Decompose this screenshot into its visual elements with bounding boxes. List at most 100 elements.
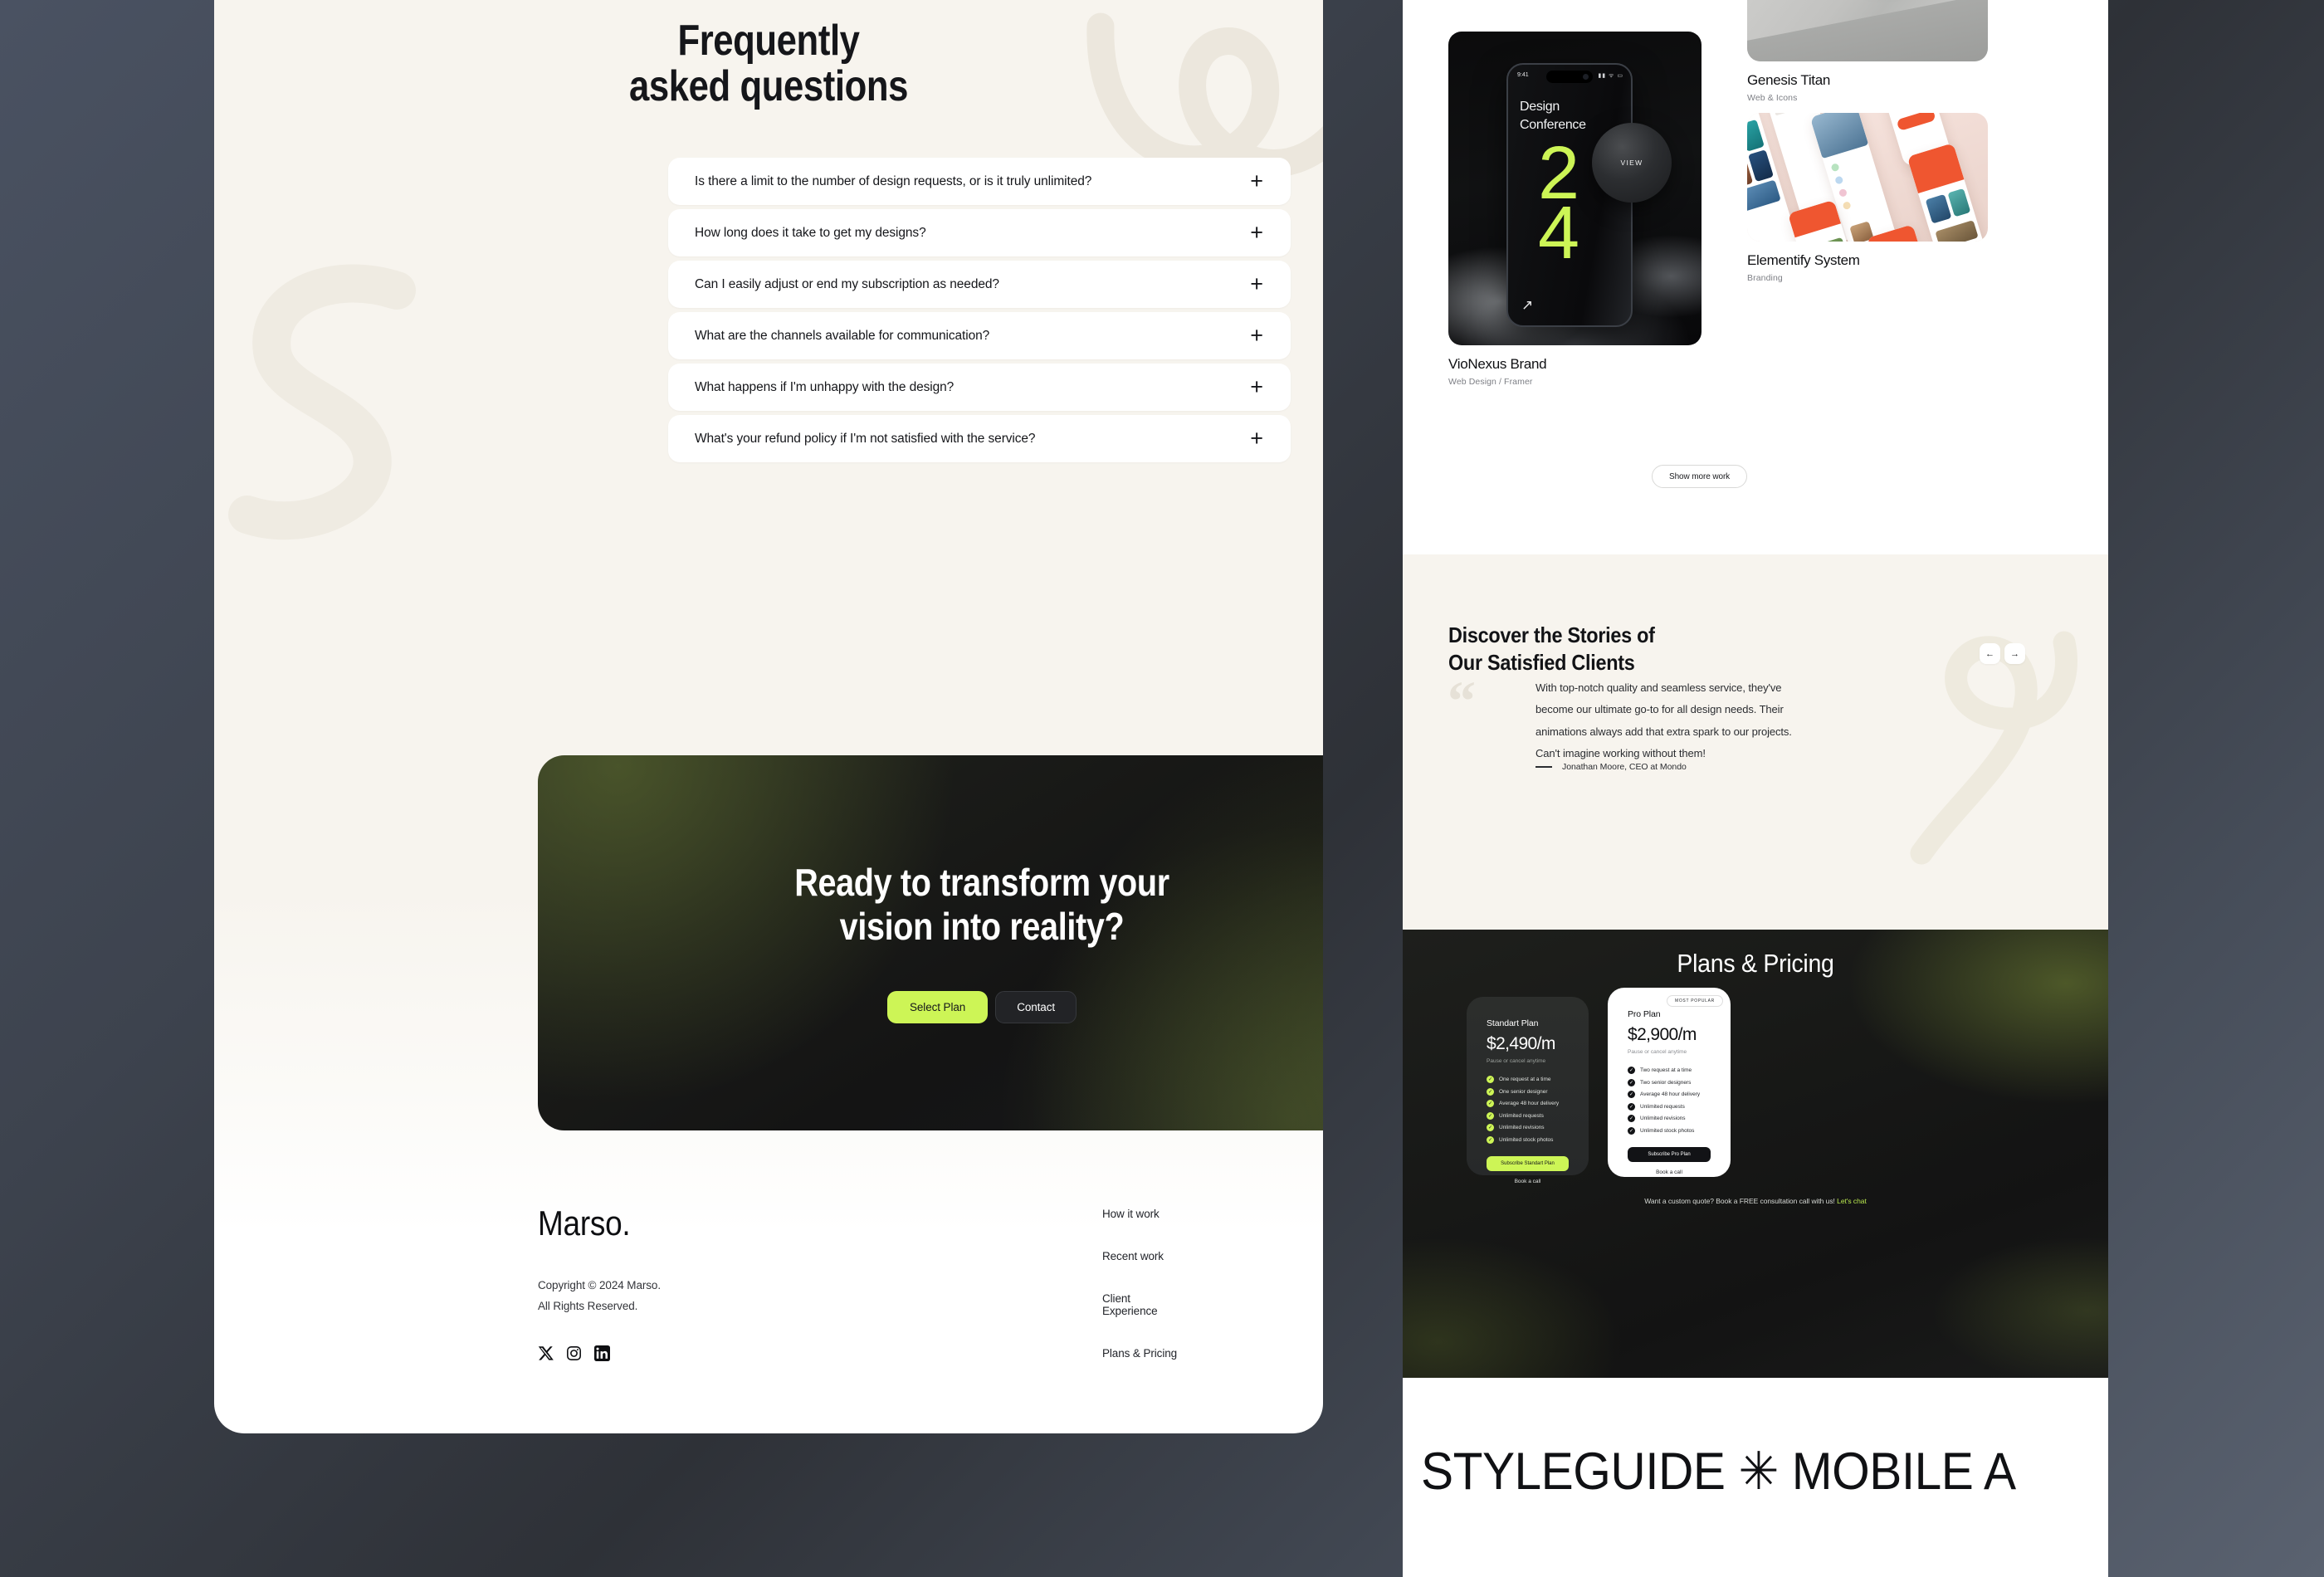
faq-item[interactable]: What's your refund policy if I'm not sat… <box>668 415 1291 462</box>
plan-feature: ✓ Average 48 hour delivery <box>1628 1091 1711 1098</box>
plus-icon[interactable]: + <box>1250 222 1263 244</box>
check-icon: ✓ <box>1487 1087 1494 1096</box>
check-icon: ✓ <box>1628 1115 1635 1122</box>
plan-feature-label: Average 48 hour delivery <box>1640 1091 1701 1097</box>
work-title: Genesis Titan <box>1747 72 1831 88</box>
faq-item[interactable]: Is there a limit to the number of design… <box>668 158 1291 205</box>
custom-quote-text: Want a custom quote? Book a FREE consult… <box>1644 1197 1835 1205</box>
plan-feature: ✓ Average 48 hour delivery <box>1487 1100 1569 1107</box>
book-a-call-link-pro[interactable]: Book a call <box>1628 1169 1711 1175</box>
testimonial-section: Discover the Stories of Our Satisfied Cl… <box>1403 554 2108 930</box>
plus-icon[interactable]: + <box>1250 427 1263 450</box>
linkedin-icon[interactable] <box>594 1345 610 1361</box>
cta-button-group: Select Plan Contact <box>538 991 1323 1023</box>
plan-feature-label: Unlimited stock photos <box>1640 1127 1695 1134</box>
pricing-section: Plans & Pricing Standart Plan $2,490/m P… <box>1403 930 2108 1378</box>
plus-icon[interactable]: + <box>1250 376 1263 398</box>
pricing-title: Plans & Pricing <box>1677 949 1834 978</box>
contact-button[interactable]: Contact <box>995 991 1077 1023</box>
work-card-genesis[interactable]: Genesis Titan Web & Icons <box>1747 0 1988 103</box>
faq-item[interactable]: How long does it take to get my designs?… <box>668 209 1291 256</box>
plus-icon[interactable]: + <box>1250 273 1263 295</box>
faq-item[interactable]: What are the channels available for comm… <box>668 312 1291 359</box>
secondary-page-panel: 9:41 ▮▮ ᯤ ▭ Design Conference 2 4 ↗ VIEW… <box>1403 0 2108 1577</box>
testimonial-heading: Discover the Stories of Our Satisfied Cl… <box>1448 622 1655 677</box>
arrow-left-icon[interactable]: ← <box>1980 643 2000 664</box>
plus-icon[interactable]: + <box>1250 170 1263 193</box>
check-icon: ✓ <box>1487 1111 1494 1120</box>
testimonial-author-name: Jonathan Moore, CEO at Mondo <box>1562 762 1687 772</box>
styleguide-marquee-text: STYLEGUIDE ✳ MOBILE A <box>1421 1443 2016 1501</box>
plan-price: $2,900/m <box>1628 1025 1697 1044</box>
work-card-vionexus[interactable]: 9:41 ▮▮ ᯤ ▭ Design Conference 2 4 ↗ VIEW… <box>1448 32 1702 387</box>
check-icon: ✓ <box>1487 1135 1494 1144</box>
faq-question: Can I easily adjust or end my subscripti… <box>695 276 999 291</box>
view-overlay-button[interactable]: VIEW <box>1592 123 1672 203</box>
recent-work-section: 9:41 ▮▮ ᯤ ▭ Design Conference 2 4 ↗ VIEW… <box>1403 0 2108 554</box>
work-category: Web Design / Framer <box>1448 377 1533 387</box>
plan-feature-label: Unlimited requests <box>1499 1112 1544 1119</box>
book-a-call-link-standard[interactable]: Book a call <box>1487 1179 1569 1184</box>
show-more-work-button[interactable]: Show more work <box>1652 465 1748 488</box>
testimonial-heading-line2: Our Satisfied Clients <box>1448 650 1635 676</box>
faq-footer-panel: Frequently asked questions Is there a li… <box>214 0 1323 1433</box>
plan-name: Standart Plan <box>1487 1018 1539 1028</box>
x-icon[interactable] <box>538 1345 554 1361</box>
plus-icon[interactable]: + <box>1250 325 1263 347</box>
plan-feature: ✓ Two request at a time <box>1628 1067 1711 1074</box>
arrow-right-icon[interactable]: → <box>2004 643 2025 664</box>
lets-chat-link[interactable]: Let's chat <box>1837 1197 1867 1205</box>
plan-subtitle: Pause or cancel anytime <box>1487 1058 1546 1064</box>
phone-year-bottom: 4 <box>1538 192 1580 275</box>
testimonial-nav: ← → <box>1980 643 2025 664</box>
faq-question: What are the channels available for comm… <box>695 328 990 343</box>
work-title: VioNexus Brand <box>1448 356 1547 372</box>
select-plan-button[interactable]: Select Plan <box>886 991 989 1023</box>
footer-link-recent-work[interactable]: Recent work <box>1102 1250 1189 1262</box>
work-title: Elementify System <box>1747 252 1860 268</box>
swirl-decoration-testimonial <box>1910 631 2077 865</box>
work-card-elementify[interactable]: Elementify System Branding <box>1747 113 1988 283</box>
plan-feature-label: One senior designer <box>1499 1088 1548 1095</box>
plan-feature-label: Unlimited stock photos <box>1499 1136 1554 1143</box>
instagram-icon[interactable] <box>566 1345 582 1361</box>
check-icon: ✓ <box>1628 1067 1635 1074</box>
cta-heading: Ready to transform your vision into real… <box>600 861 1323 950</box>
footer: Marso. Copyright © 2024 Marso. All Right… <box>538 1204 1323 1361</box>
cta-heading-line2: vision into reality? <box>839 905 1125 949</box>
plan-feature: ✓ Two senior designers <box>1628 1078 1711 1086</box>
footer-column-1: How it work Recent work Client Experienc… <box>1102 1208 1189 1360</box>
faq-item[interactable]: Can I easily adjust or end my subscripti… <box>668 261 1291 308</box>
quote-mark-icon: “ <box>1448 669 1476 732</box>
plan-feature-list: ✓ Two request at a time ✓ Two senior desig… <box>1628 1067 1711 1135</box>
testimonial-quote: With top-notch quality and seamless serv… <box>1536 681 1792 759</box>
faq-question: How long does it take to get my designs? <box>695 225 926 240</box>
elementify-thumbnail <box>1747 113 1988 242</box>
plan-feature-label: Two senior designers <box>1640 1079 1692 1086</box>
plan-feature: ✓ Unlimited revisions <box>1628 1115 1711 1122</box>
faq-item[interactable]: What happens if I'm unhappy with the des… <box>668 364 1291 411</box>
most-popular-badge: MOST POPULAR <box>1666 995 1723 1007</box>
subscribe-pro-button[interactable]: Subscribe Pro Plan <box>1628 1146 1711 1162</box>
subscribe-standard-button[interactable]: Subscribe Standart Plan <box>1487 1155 1569 1171</box>
testimonial-heading-line1: Discover the Stories of <box>1448 622 1655 647</box>
plan-feature-list: ✓ One request at a time ✓ One senior desig… <box>1487 1076 1569 1144</box>
swirl-decoration-left <box>228 264 416 540</box>
testimonial-author: Jonathan Moore, CEO at Mondo <box>1536 762 1687 772</box>
phone-year: 2 4 <box>1520 136 1580 275</box>
footer-link-client-experience[interactable]: Client Experience <box>1102 1292 1189 1317</box>
plan-feature-label: One request at a time <box>1499 1077 1551 1082</box>
plan-price: $2,490/m <box>1487 1034 1555 1053</box>
plan-feature: ✓ Unlimited stock photos <box>1628 1126 1711 1135</box>
plan-feature-label: Unlimited requests <box>1640 1103 1685 1110</box>
faq-heading: Frequently asked questions <box>303 17 1234 110</box>
plan-name: Pro Plan <box>1628 1009 1661 1019</box>
plan-feature: ✓ Unlimited stock photos <box>1487 1135 1569 1144</box>
work-category: Branding <box>1747 273 1783 283</box>
faq-heading-line1: Frequently <box>677 17 860 65</box>
phone-notch <box>1546 71 1593 83</box>
dash-divider <box>1536 766 1552 768</box>
footer-link-plans-pricing[interactable]: Plans & Pricing <box>1102 1347 1189 1360</box>
plan-feature: ✓ One request at a time <box>1487 1076 1569 1083</box>
footer-link-how-it-work[interactable]: How it work <box>1102 1208 1189 1220</box>
